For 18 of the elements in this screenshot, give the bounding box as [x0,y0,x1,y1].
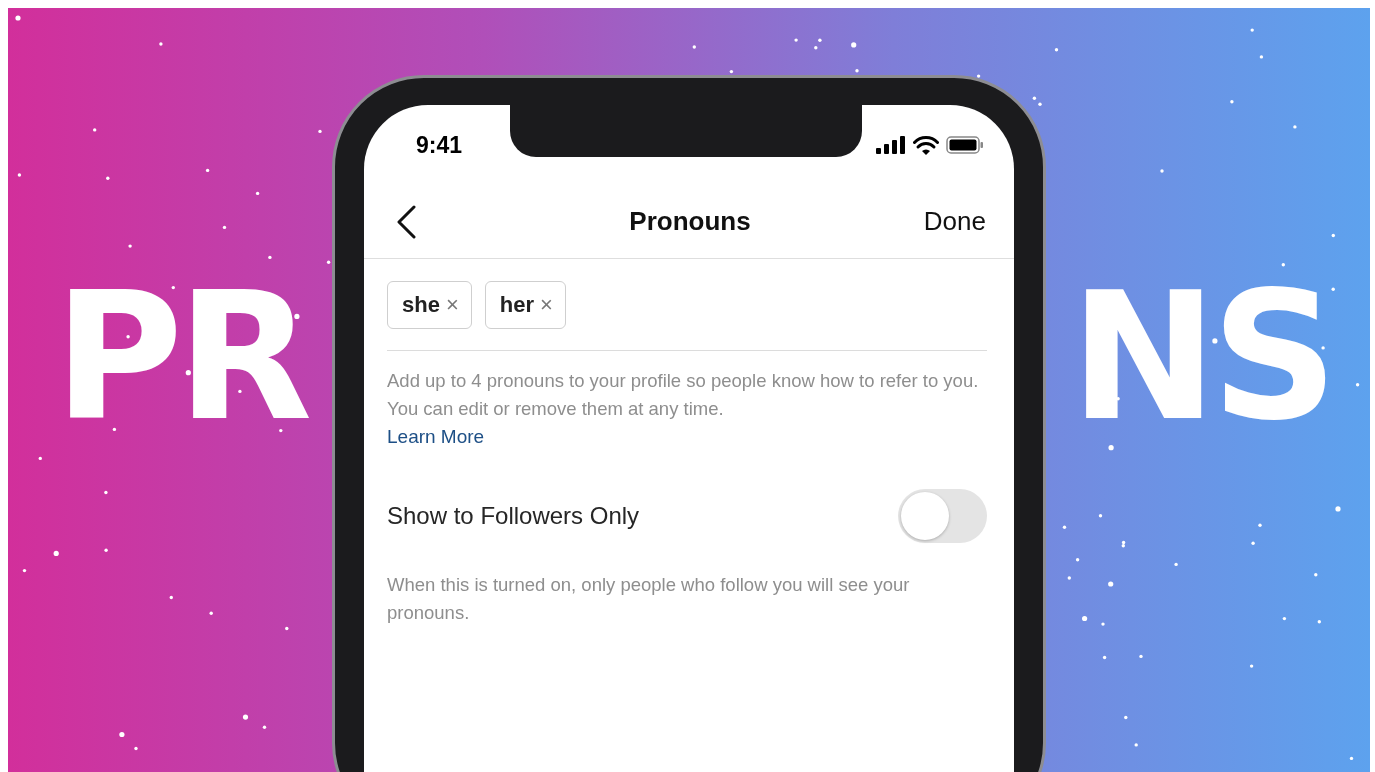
headline-text: PR [54,270,307,446]
battery-icon [946,136,984,154]
toggle-switch[interactable] [898,489,987,543]
remove-button[interactable]: × [540,292,553,318]
done-button[interactable]: Done [923,206,986,237]
wifi-icon [913,135,939,155]
setting-label: Show to Followers Only [387,502,640,530]
screen-title: Pronouns [629,206,751,237]
remove-button[interactable]: × [445,292,459,318]
signal-icon [876,136,906,154]
chevron-left-icon [396,204,416,239]
chip-label: her [499,292,535,318]
headline-text: NS [1069,270,1332,446]
learn-more-link[interactable]: Learn More [387,423,485,451]
chip-label: she [402,292,440,318]
help-text: Add up to 4 pronouns to your profile so people know how to refer to you. You can edit or remove them at any time. [387,369,980,421]
setting-note: When this is turned on, only people who follow you will see your pronouns. [387,573,911,625]
status-time: 9:41 [416,131,463,159]
